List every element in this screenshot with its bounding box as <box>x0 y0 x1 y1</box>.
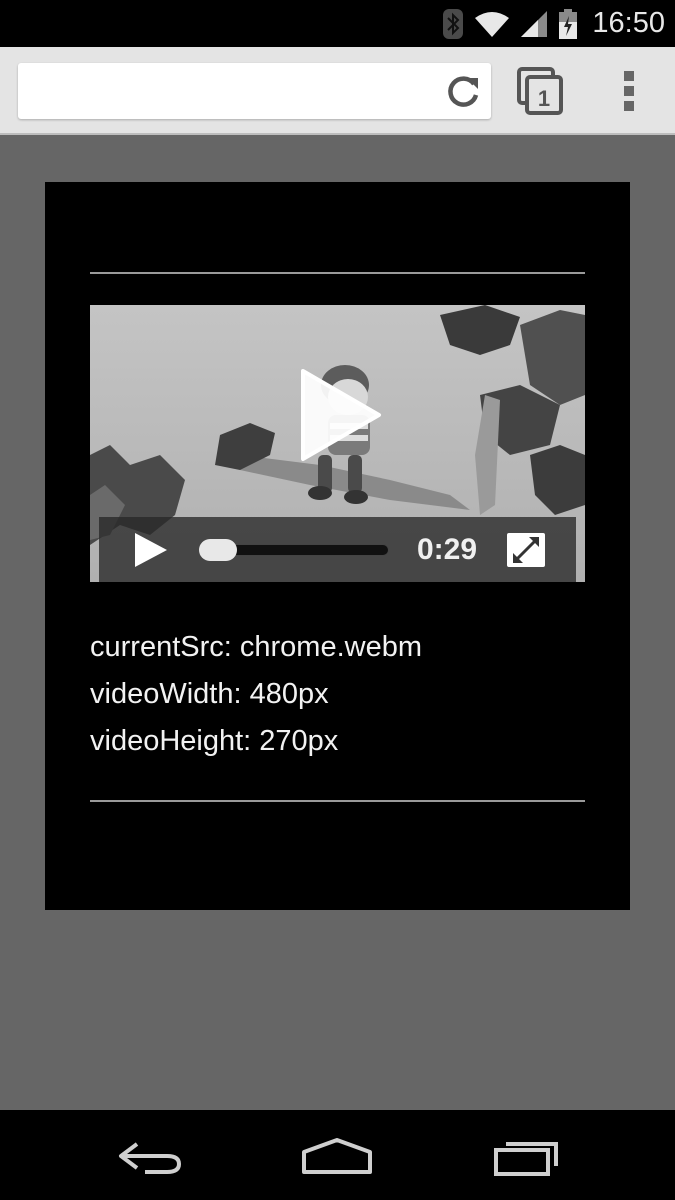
signal-icon <box>521 10 548 37</box>
current-time: 0:29 <box>417 533 478 566</box>
divider-top <box>90 272 585 274</box>
video-info: currentSrc: chrome.webm videoWidth: 480p… <box>90 624 422 765</box>
content-container: 0:29 currentSrc: chrome.webm videoWidth:… <box>45 182 630 910</box>
battery-icon <box>559 8 578 39</box>
video-height-text: videoHeight: 270px <box>90 725 339 757</box>
video-player[interactable]: 0:29 <box>90 305 585 582</box>
omnibox[interactable] <box>18 63 491 119</box>
fullscreen-icon[interactable] <box>505 531 547 569</box>
video-width-text: videoWidth: 480px <box>90 678 329 710</box>
menu-icon[interactable] <box>614 69 644 113</box>
current-src-text: currentSrc: chrome.webm <box>90 631 422 663</box>
recents-icon[interactable] <box>492 1136 562 1178</box>
reload-icon[interactable] <box>445 75 481 109</box>
status-bar: 16:50 <box>0 0 675 47</box>
play-icon[interactable] <box>131 531 169 569</box>
back-icon[interactable] <box>115 1138 185 1176</box>
tabs-icon[interactable]: 1 <box>517 67 563 115</box>
home-icon[interactable] <box>300 1136 374 1176</box>
bluetooth-icon <box>443 8 464 39</box>
video-controls: 0:29 <box>99 517 576 582</box>
clock: 16:50 <box>592 7 665 39</box>
big-play-icon[interactable] <box>295 365 385 465</box>
browser-toolbar: 1 <box>0 47 675 135</box>
tab-count: 1 <box>538 86 550 111</box>
url-input[interactable] <box>28 73 442 111</box>
navigation-bar <box>0 1110 675 1200</box>
seek-thumb[interactable] <box>199 539 237 561</box>
divider-bottom <box>90 800 585 802</box>
status-icons: 16:50 <box>442 0 665 47</box>
wifi-icon <box>475 11 510 37</box>
